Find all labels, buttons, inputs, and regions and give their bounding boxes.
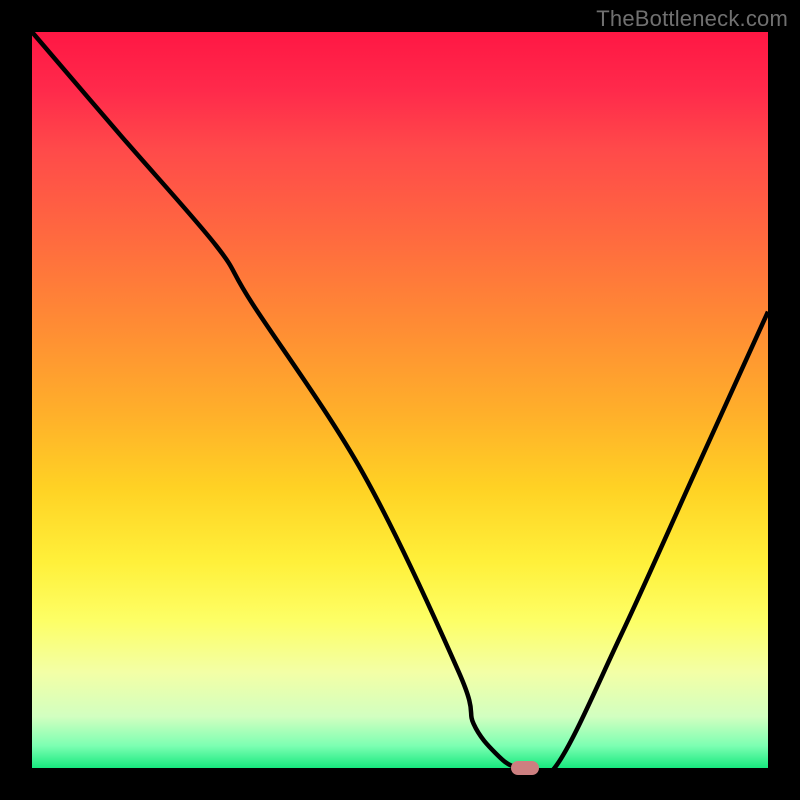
bottleneck-curve-svg bbox=[32, 32, 768, 768]
bottleneck-curve-path bbox=[32, 32, 768, 778]
watermark-label: TheBottleneck.com bbox=[596, 6, 788, 32]
optimal-point-marker bbox=[511, 761, 539, 775]
plot-area bbox=[32, 32, 768, 768]
chart-frame: TheBottleneck.com bbox=[0, 0, 800, 800]
